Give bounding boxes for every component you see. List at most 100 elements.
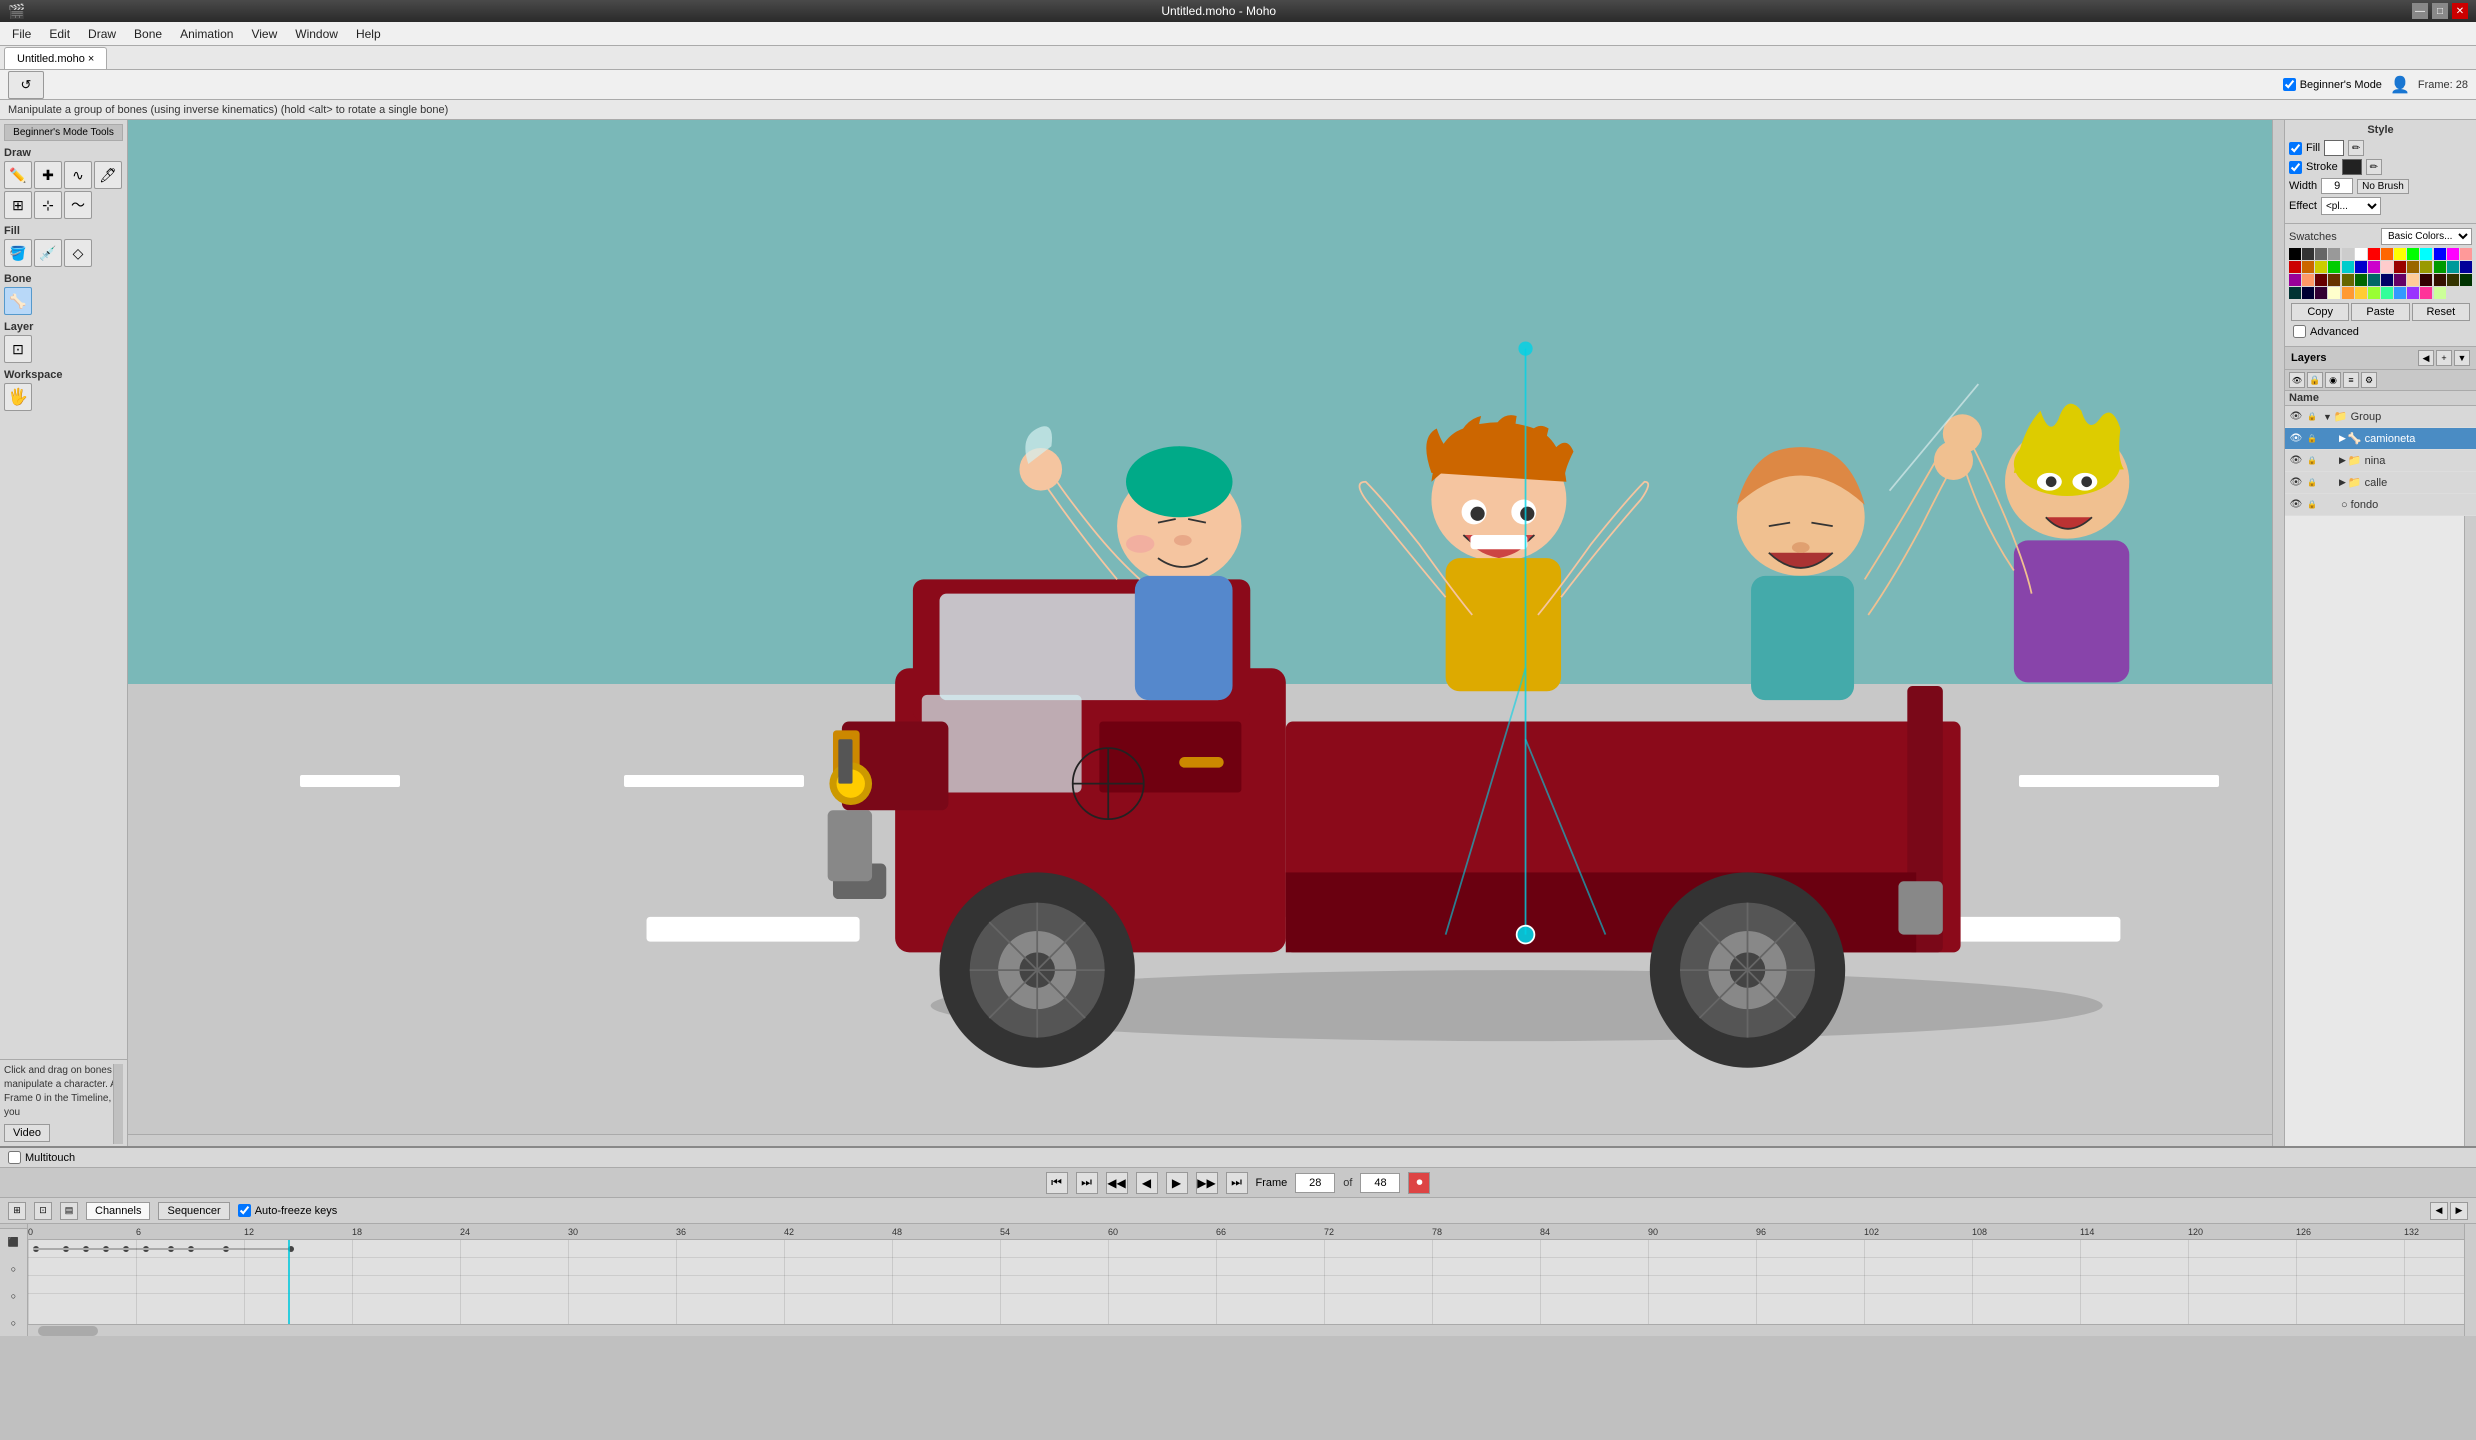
swatch-cell-38[interactable]	[2420, 274, 2432, 286]
menu-window[interactable]: Window	[287, 25, 346, 43]
layer-vis-fondo[interactable]: 👁	[2289, 498, 2303, 512]
canvas-scrollbar-v[interactable]	[2272, 120, 2284, 1146]
layer-expand-nina[interactable]: ▶	[2339, 455, 2346, 466]
swatch-cell-52[interactable]	[2420, 287, 2432, 299]
stroke-edit-button[interactable]: ✏	[2366, 159, 2382, 175]
stroke-color-swatch[interactable]	[2342, 159, 2362, 175]
swatch-cell-19[interactable]	[2355, 261, 2367, 273]
swatch-cell-6[interactable]	[2368, 248, 2380, 260]
layers-solo-button[interactable]: ◉	[2325, 372, 2341, 388]
playback-step-back-button[interactable]: ◀	[1136, 1172, 1158, 1194]
auto-freeze-checkbox[interactable]	[238, 1204, 251, 1217]
swatch-cell-25[interactable]	[2434, 261, 2446, 273]
swatch-cell-50[interactable]	[2394, 287, 2406, 299]
swatch-cell-3[interactable]	[2328, 248, 2340, 260]
manipulate-bone-tool[interactable]: 🦴	[4, 287, 32, 315]
swatch-cell-11[interactable]	[2434, 248, 2446, 260]
beginners-mode-checkbox[interactable]	[2283, 78, 2296, 91]
layer-expand-camioneta[interactable]: ▶	[2339, 433, 2346, 444]
swatch-cell-13[interactable]	[2460, 248, 2472, 260]
select-tool[interactable]: ⊹	[34, 191, 62, 219]
swatch-cell-20[interactable]	[2368, 261, 2380, 273]
swatch-cell-1[interactable]	[2302, 248, 2314, 260]
sequencer-tab[interactable]: Sequencer	[158, 1202, 229, 1220]
tl-expand-button[interactable]: ◀	[2430, 1202, 2448, 1220]
swatch-cell-7[interactable]	[2381, 248, 2393, 260]
layers-collapse-button[interactable]: ◀	[2418, 350, 2434, 366]
track-content-0[interactable]	[28, 1240, 2464, 1257]
no-brush-button[interactable]: No Brush	[2357, 179, 2409, 194]
playback-first-button[interactable]: ⏮	[1046, 1172, 1068, 1194]
swatch-cell-4[interactable]	[2342, 248, 2354, 260]
swatch-cell-34[interactable]	[2368, 274, 2380, 286]
menu-draw[interactable]: Draw	[80, 25, 124, 43]
swatch-cell-0[interactable]	[2289, 248, 2301, 260]
swatch-cell-33[interactable]	[2355, 274, 2367, 286]
swatch-cell-36[interactable]	[2394, 274, 2406, 286]
swatch-cell-26[interactable]	[2447, 261, 2459, 273]
layer-expand-group[interactable]: ▼	[2323, 412, 2332, 422]
record-button[interactable]: ⏺	[1408, 1172, 1430, 1194]
swatch-cell-47[interactable]	[2355, 287, 2367, 299]
swatch-cell-43[interactable]	[2302, 287, 2314, 299]
playback-step-fwd-button[interactable]: ▶▶	[1196, 1172, 1218, 1194]
swatch-cell-12[interactable]	[2447, 248, 2459, 260]
timeline-scrollbar-v[interactable]	[2464, 1224, 2476, 1336]
layer-lock-nina[interactable]: 🔒	[2305, 454, 2319, 468]
swatch-cell-53[interactable]	[2434, 287, 2446, 299]
layers-menu-button[interactable]: ▼	[2454, 350, 2470, 366]
timeline-tracks[interactable]	[28, 1240, 2464, 1324]
swatch-cell-41[interactable]	[2460, 274, 2472, 286]
width-input[interactable]	[2321, 178, 2353, 194]
transform-tool[interactable]: ⊞	[4, 191, 32, 219]
menu-bone[interactable]: Bone	[126, 25, 170, 43]
frame-number-input[interactable]	[1295, 1173, 1335, 1193]
swatch-cell-9[interactable]	[2407, 248, 2419, 260]
swatch-cell-31[interactable]	[2328, 274, 2340, 286]
swatch-cell-30[interactable]	[2315, 274, 2327, 286]
freehand-tool[interactable]: 🖊	[94, 161, 122, 189]
menu-help[interactable]: Help	[348, 25, 389, 43]
layer-transform-tool[interactable]: ⊡	[4, 335, 32, 363]
canvas-area[interactable]	[128, 120, 2284, 1146]
layer-lock-group[interactable]: 🔒	[2305, 410, 2319, 424]
swatch-cell-45[interactable]	[2328, 287, 2340, 299]
swatch-cell-23[interactable]	[2407, 261, 2419, 273]
layers-vis-button[interactable]: 👁	[2289, 372, 2305, 388]
layer-vis-nina[interactable]: 👁	[2289, 454, 2303, 468]
tl-expand-button-2[interactable]: ▶	[2450, 1202, 2468, 1220]
playhead[interactable]	[288, 1240, 290, 1324]
fill-checkbox[interactable]	[2289, 142, 2302, 155]
tl-ctrl-btn-1[interactable]: ⊞	[8, 1202, 26, 1220]
tl-ctrl-btn-3[interactable]: ▤	[60, 1202, 78, 1220]
undo-button[interactable]: ↺	[8, 71, 44, 99]
swatch-cell-39[interactable]	[2434, 274, 2446, 286]
eyedropper-tool[interactable]: 💉	[34, 239, 62, 267]
playback-next-button[interactable]: ⏭	[1226, 1172, 1248, 1194]
pan-tool[interactable]: 🖐	[4, 383, 32, 411]
swatch-cell-8[interactable]	[2394, 248, 2406, 260]
swatch-cell-16[interactable]	[2315, 261, 2327, 273]
track-content-2[interactable]	[28, 1276, 2464, 1293]
video-button[interactable]: Video	[4, 1124, 50, 1142]
layer-row-camioneta[interactable]: 👁 🔒 ▶ 🦴 camioneta	[2285, 428, 2476, 450]
swatch-cell-40[interactable]	[2447, 274, 2459, 286]
layer-lock-fondo[interactable]: 🔒	[2305, 498, 2319, 512]
swatch-cell-29[interactable]	[2302, 274, 2314, 286]
layers-options-button[interactable]: ⚙	[2361, 372, 2377, 388]
swatch-cell-21[interactable]	[2381, 261, 2393, 273]
playback-prev-frame-button[interactable]: ◀◀	[1106, 1172, 1128, 1194]
menu-view[interactable]: View	[243, 25, 285, 43]
frame-total-input[interactable]	[1360, 1173, 1400, 1193]
swatch-cell-14[interactable]	[2289, 261, 2301, 273]
layer-vis-calle[interactable]: 👁	[2289, 476, 2303, 490]
menu-file[interactable]: File	[4, 25, 39, 43]
layer-vis-group[interactable]: 👁	[2289, 410, 2303, 424]
swatch-cell-22[interactable]	[2394, 261, 2406, 273]
stroke-checkbox[interactable]	[2289, 161, 2302, 174]
swatch-cell-46[interactable]	[2342, 287, 2354, 299]
layer-row-fondo[interactable]: 👁 🔒 ○ fondo	[2285, 494, 2476, 516]
swatch-cell-5[interactable]	[2355, 248, 2367, 260]
layer-lock-calle[interactable]: 🔒	[2305, 476, 2319, 490]
fill-shape-tool[interactable]: ◇	[64, 239, 92, 267]
